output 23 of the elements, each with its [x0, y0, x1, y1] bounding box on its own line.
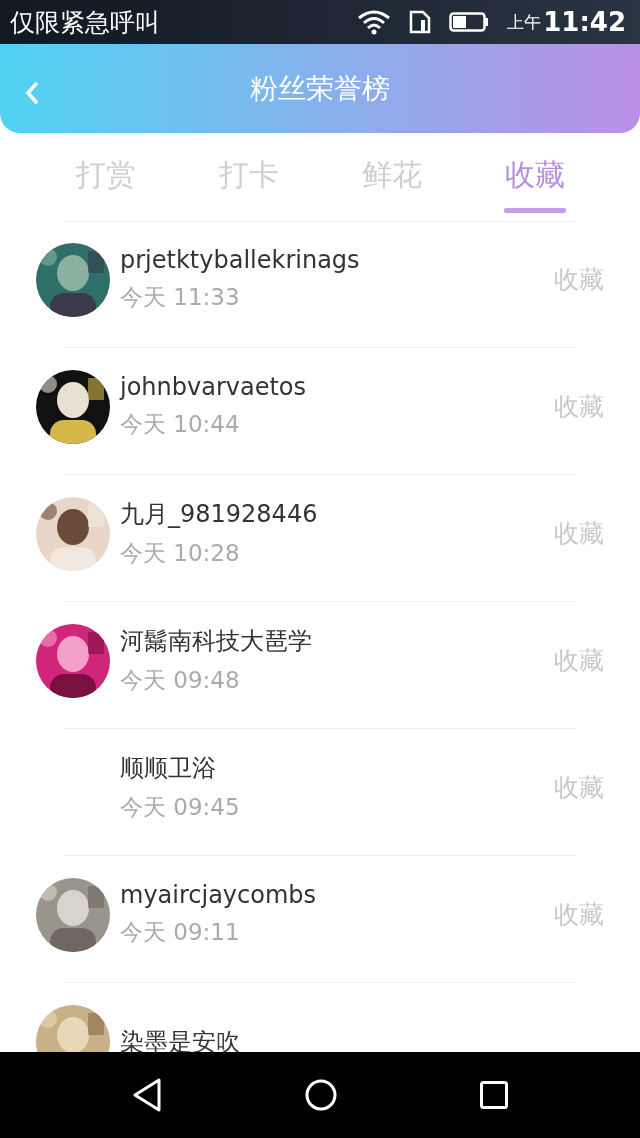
timestamp: 今天 09:45 — [120, 793, 241, 822]
timestamp: 今天 09:48 — [120, 666, 241, 695]
sim-card-icon — [409, 10, 432, 34]
home-nav-icon[interactable] — [305, 1079, 337, 1111]
user-name: johnbvarvaetos — [120, 373, 308, 401]
ampm-text: 上午 — [507, 10, 542, 34]
recents-nav-icon[interactable] — [480, 1081, 509, 1109]
carrier-text: 仅限紧急呼叫 — [10, 6, 161, 39]
timestamp: 今天 10:28 — [120, 539, 241, 568]
user-name: 河鬗南科技大琶学 — [120, 626, 313, 657]
battery-icon — [449, 11, 490, 33]
page-title: 粉丝荣誉榜 — [250, 70, 390, 107]
back-nav-icon[interactable] — [131, 1078, 162, 1112]
user-name: 顺顺卫浴 — [120, 753, 217, 784]
tab[interactable]: 收藏 — [463, 133, 606, 221]
user-name: 九月_981928446 — [120, 499, 319, 530]
user-name: prjetktyballekrinags — [120, 246, 361, 274]
wifi-icon — [357, 9, 392, 35]
timestamp: 今天 11:33 — [120, 283, 241, 312]
timestamp: 今天 09:11 — [120, 918, 241, 947]
timestamp: 今天 10:44 — [120, 410, 241, 439]
user-name: myaircjaycombs — [120, 881, 318, 909]
clock-time: 11:42 — [543, 7, 626, 37]
